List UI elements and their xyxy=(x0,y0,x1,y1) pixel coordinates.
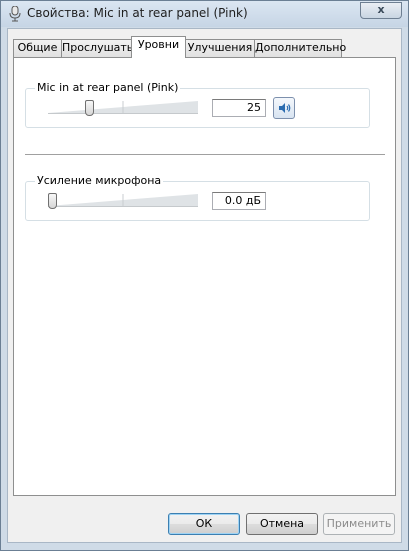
speaker-icon xyxy=(279,103,291,113)
tab-general-label: Общие xyxy=(17,41,58,54)
apply-button: Применить xyxy=(323,513,395,535)
close-icon: x xyxy=(377,3,385,16)
mic-boost-slider-thumb[interactable] xyxy=(47,193,57,209)
title-bar[interactable]: Свойства: Mic in at rear panel (Pink) x xyxy=(1,1,408,27)
apply-button-label: Применить xyxy=(326,517,392,530)
mic-boost-value[interactable]: 0.0 дБ xyxy=(212,192,266,210)
close-button[interactable]: x xyxy=(360,2,402,19)
tab-listen-label: Прослушать xyxy=(62,41,134,54)
mic-boost-track[interactable] xyxy=(48,194,198,207)
levels-panel: Mic in at rear panel (Pink) 25 Усиление … xyxy=(13,57,396,496)
cancel-button[interactable]: Отмена xyxy=(246,513,318,535)
ok-button[interactable]: ОК xyxy=(168,513,240,535)
cancel-button-label: Отмена xyxy=(259,517,305,530)
mic-level-slider-thumb[interactable] xyxy=(85,100,94,116)
tab-enhancements[interactable]: Улучшения xyxy=(185,39,255,57)
tab-advanced-label: Дополнительно xyxy=(255,41,347,54)
separator xyxy=(25,154,385,155)
mic-boost-label: Усиление микрофона xyxy=(35,174,164,187)
ok-button-label: ОК xyxy=(195,517,213,530)
tab-advanced[interactable]: Дополнительно xyxy=(254,39,346,57)
mic-level-track[interactable] xyxy=(48,101,198,114)
mic-level-group: Mic in at rear panel (Pink) 25 xyxy=(25,81,370,128)
tab-levels-label: Уровни xyxy=(137,38,180,51)
dialog-client-area: Общие Прослушать Уровни Улучшения Дополн… xyxy=(7,28,402,543)
mic-level-label: Mic in at rear panel (Pink) xyxy=(35,81,181,94)
tab-enhancements-label: Улучшения xyxy=(187,41,253,54)
window-title: Свойства: Mic in at rear panel (Pink) xyxy=(27,6,248,20)
mute-button[interactable] xyxy=(273,97,295,119)
properties-dialog: Свойства: Mic in at rear panel (Pink) x … xyxy=(0,0,409,551)
tab-general[interactable]: Общие xyxy=(13,39,62,57)
mic-boost-group: Усиление микрофона 0.0 дБ xyxy=(25,174,370,221)
tab-listen[interactable]: Прослушать xyxy=(61,39,134,57)
mic-level-value[interactable]: 25 xyxy=(212,99,266,117)
tab-levels[interactable]: Уровни xyxy=(131,36,186,58)
microphone-icon xyxy=(9,6,21,22)
